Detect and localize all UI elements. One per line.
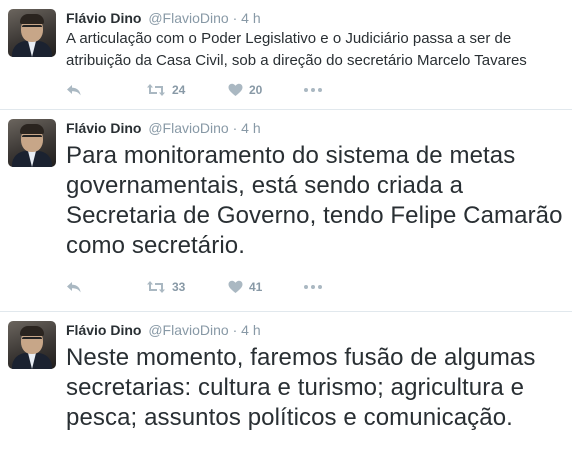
separator: · xyxy=(232,322,238,338)
retweet-icon xyxy=(146,280,166,294)
tweet-text: Para monitoramento do sistema de metas g… xyxy=(66,142,563,259)
more-button[interactable] xyxy=(304,88,322,92)
author-name[interactable]: Flávio Dino xyxy=(66,120,141,136)
tweet-header: Flávio Dino @FlavioDino · 4 h xyxy=(66,0,564,27)
timestamp[interactable]: 4 h xyxy=(241,322,260,338)
tweet-header: Flávio Dino @FlavioDino · 4 h xyxy=(66,312,564,339)
avatar[interactable] xyxy=(8,9,56,57)
avatar[interactable] xyxy=(8,119,56,167)
author-name[interactable]: Flávio Dino xyxy=(66,322,141,338)
author-handle[interactable]: @FlavioDino xyxy=(148,120,228,136)
retweet-count: 24 xyxy=(172,83,186,97)
more-button[interactable] xyxy=(304,285,322,289)
tweet-text: A articulação com o Poder Legislativo e … xyxy=(66,30,527,69)
avatar[interactable] xyxy=(8,321,56,369)
more-icon xyxy=(304,285,322,289)
like-count: 41 xyxy=(249,280,263,294)
heart-icon xyxy=(228,280,243,294)
retweet-button[interactable]: 24 xyxy=(146,83,228,97)
tweet[interactable]: Flávio Dino @FlavioDino · 4 h Para monit… xyxy=(0,110,572,312)
retweet-count: 33 xyxy=(172,280,186,294)
tweet-header: Flávio Dino @FlavioDino · 4 h xyxy=(66,110,564,137)
timestamp[interactable]: 4 h xyxy=(241,120,260,136)
reply-icon xyxy=(66,83,82,97)
tweet-text: Neste momento, faremos fusão de algumas … xyxy=(66,344,536,431)
retweet-icon xyxy=(146,83,166,97)
tweet[interactable]: Flávio Dino @FlavioDino · 4 h Neste mome… xyxy=(0,312,572,474)
reply-button[interactable] xyxy=(66,83,146,97)
author-handle[interactable]: @FlavioDino xyxy=(148,322,228,338)
more-icon xyxy=(304,88,322,92)
reply-icon xyxy=(66,280,82,294)
tweet-actions: 33 41 xyxy=(66,277,322,297)
author-handle[interactable]: @FlavioDino xyxy=(148,10,228,26)
tweet-actions: 24 20 xyxy=(66,80,322,100)
separator: · xyxy=(232,120,238,136)
reply-button[interactable] xyxy=(66,280,146,294)
separator: · xyxy=(232,10,238,26)
heart-icon xyxy=(228,83,243,97)
like-button[interactable]: 41 xyxy=(228,280,304,294)
timestamp[interactable]: 4 h xyxy=(241,10,260,26)
tweet[interactable]: Flávio Dino @FlavioDino · 4 h A articula… xyxy=(0,0,572,110)
author-name[interactable]: Flávio Dino xyxy=(66,10,141,26)
like-button[interactable]: 20 xyxy=(228,83,304,97)
retweet-button[interactable]: 33 xyxy=(146,280,228,294)
like-count: 20 xyxy=(249,83,263,97)
